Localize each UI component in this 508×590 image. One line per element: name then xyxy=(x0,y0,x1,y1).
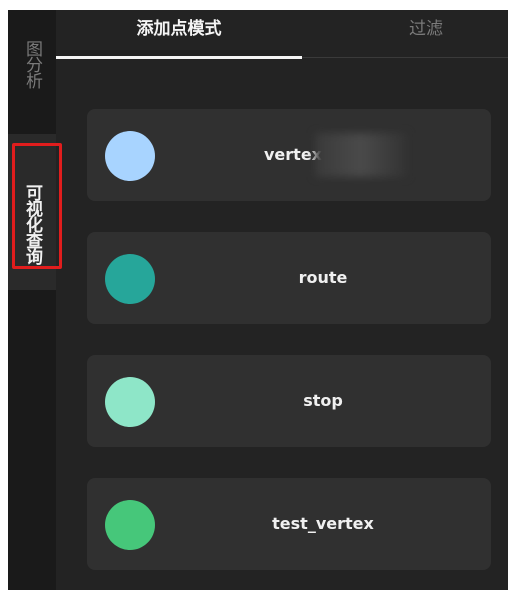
sidebar-item-label: 图分析 xyxy=(22,40,42,88)
vertex-name: route xyxy=(298,268,348,287)
sidebar-item-visual-query[interactable]: 可视化查询 xyxy=(8,134,56,290)
sidebar-item-graph-analysis[interactable]: 图分析 xyxy=(8,28,56,100)
vertex-color-dot xyxy=(105,254,155,304)
vertex-card-stop[interactable]: stop xyxy=(87,355,491,447)
app-frame: 图分析 可视化查询 添加点模式 过滤 vertex route stop tes… xyxy=(8,10,508,590)
vertex-name: test_vertex xyxy=(272,514,374,533)
tab-filter[interactable]: 过滤 xyxy=(386,10,466,58)
blurred-redaction xyxy=(315,133,407,177)
vertex-card-route[interactable]: route xyxy=(87,232,491,324)
vertex-card-test-vertex[interactable]: test_vertex xyxy=(87,478,491,570)
vertex-color-dot xyxy=(105,131,155,181)
vertex-color-dot xyxy=(105,500,155,550)
tab-add-vertex-mode[interactable]: 添加点模式 xyxy=(56,10,302,59)
tab-bar: 添加点模式 过滤 xyxy=(56,10,508,59)
vertex-card-vertex[interactable]: vertex xyxy=(87,109,491,201)
vertex-color-dot xyxy=(105,377,155,427)
sidebar: 图分析 可视化查询 xyxy=(8,10,56,590)
sidebar-item-label: 可视化查询 xyxy=(22,184,42,264)
vertex-name: stop xyxy=(303,391,343,410)
